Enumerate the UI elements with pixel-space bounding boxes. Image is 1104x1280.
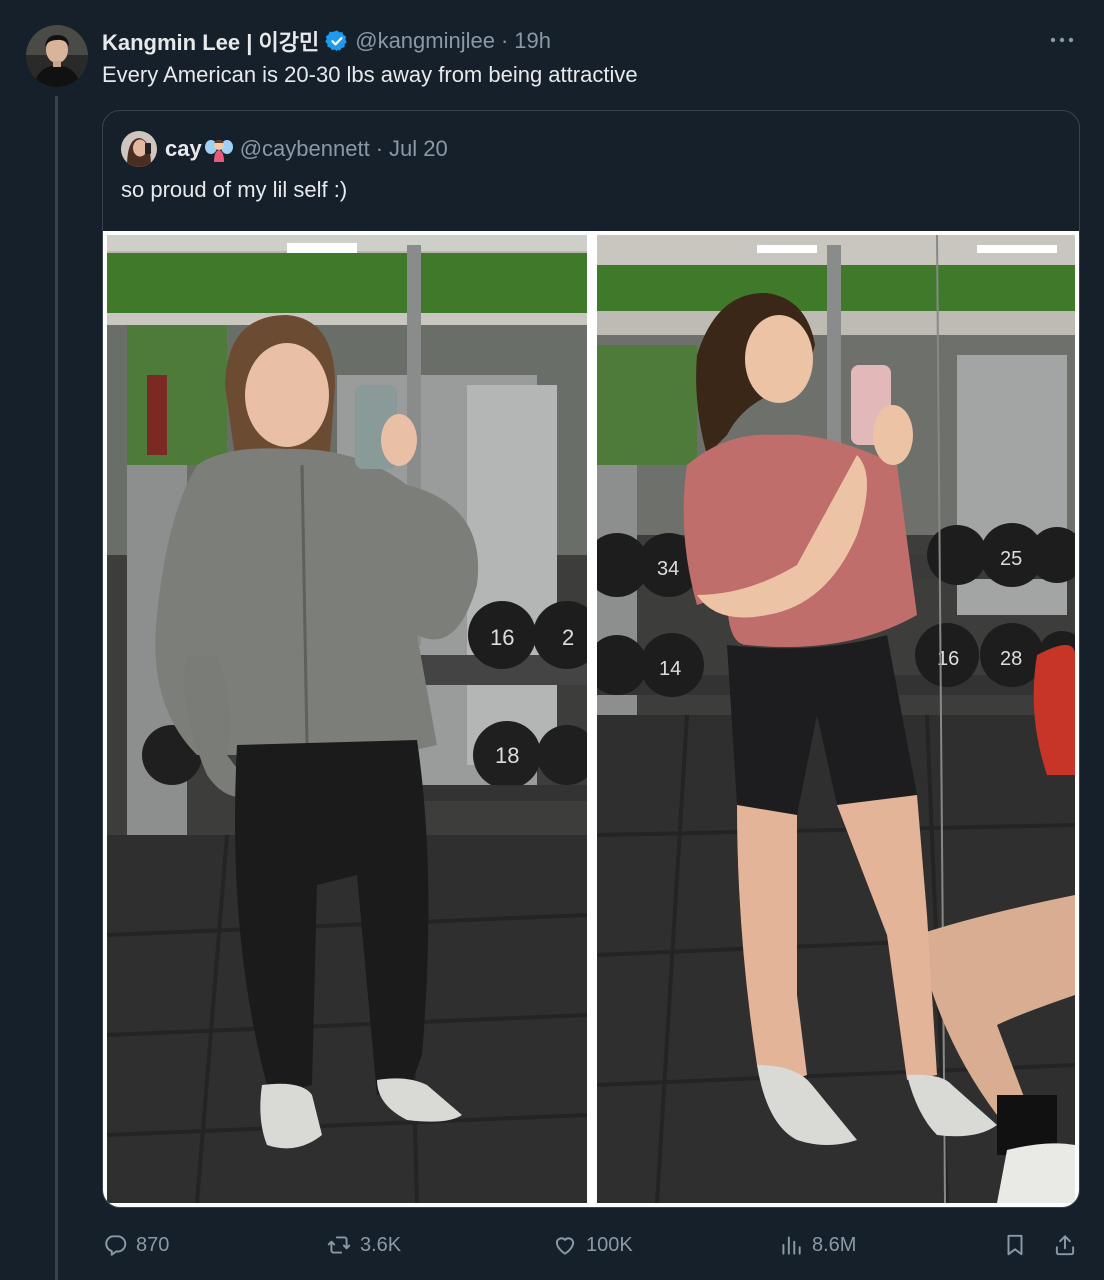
dumbbell-label: 14 <box>659 658 681 680</box>
repost-button[interactable]: 3.6K <box>326 1228 401 1262</box>
views-icon <box>782 1236 801 1255</box>
dumbbell-label: 25 <box>1000 548 1022 570</box>
quoted-author-handle: @caybennett <box>239 136 370 161</box>
like-count: 100K <box>586 1233 633 1256</box>
more-icon[interactable] <box>1044 28 1080 52</box>
thread-line <box>55 96 58 1280</box>
like-icon <box>555 1237 575 1255</box>
repost-icon <box>327 1236 351 1254</box>
media-grid: 16 2 18 34 14 25 28 16 <box>103 231 1079 1207</box>
views-button[interactable]: 8.6M <box>778 1228 856 1262</box>
author-avatar[interactable] <box>26 25 88 87</box>
bookmark-icon <box>1007 1234 1023 1256</box>
dumbbell-label: 18 <box>495 743 519 768</box>
reply-button[interactable]: 870 <box>102 1228 169 1262</box>
author-name[interactable]: Kangmin Lee | 이강민 <box>102 25 319 57</box>
like-button[interactable]: 100K <box>552 1228 633 1262</box>
photo-after[interactable]: 34 14 25 28 16 <box>597 235 1075 1203</box>
fairy-emoji-icon <box>204 140 233 162</box>
reply-count: 870 <box>136 1233 170 1256</box>
dumbbell-label: 2 <box>562 625 574 650</box>
share-button[interactable] <box>1052 1228 1078 1262</box>
quoted-author-name: cay <box>165 136 202 161</box>
dumbbell-label: 34 <box>657 558 679 580</box>
action-bar: 870 3.6K 100K 8.6M <box>102 1228 1082 1262</box>
quoted-tweet[interactable]: cay @caybennett · Jul 20 so proud of my … <box>102 110 1080 1208</box>
dumbbell-label: 16 <box>490 625 514 650</box>
verified-badge-icon <box>325 30 347 52</box>
tweet-header: Kangmin Lee | 이강민 @kangminjlee · 19h <box>102 27 551 55</box>
share-icon <box>1055 1235 1075 1256</box>
author-handle[interactable]: @kangminjlee <box>355 28 495 54</box>
quoted-tweet-header: cay @caybennett · Jul 20 <box>121 131 448 167</box>
tweet-time[interactable]: 19h <box>514 28 551 54</box>
separator-dot: · <box>500 28 509 53</box>
tweet[interactable]: Kangmin Lee | 이강민 @kangminjlee · 19h Eve… <box>0 0 1104 1280</box>
views-count: 8.6M <box>812 1233 857 1256</box>
reply-icon <box>105 1235 127 1256</box>
tweet-text: Every American is 20-30 lbs away from be… <box>102 62 638 87</box>
bookmark-button[interactable] <box>1002 1228 1028 1262</box>
separator-dot: · <box>375 136 384 161</box>
photo-before[interactable]: 16 2 18 <box>107 235 587 1203</box>
dumbbell-label: 28 <box>1000 648 1022 670</box>
quoted-author-avatar <box>121 131 157 167</box>
quoted-tweet-time: Jul 20 <box>389 136 448 161</box>
repost-count: 3.6K <box>360 1233 402 1256</box>
quoted-tweet-text: so proud of my lil self :) <box>121 177 348 202</box>
